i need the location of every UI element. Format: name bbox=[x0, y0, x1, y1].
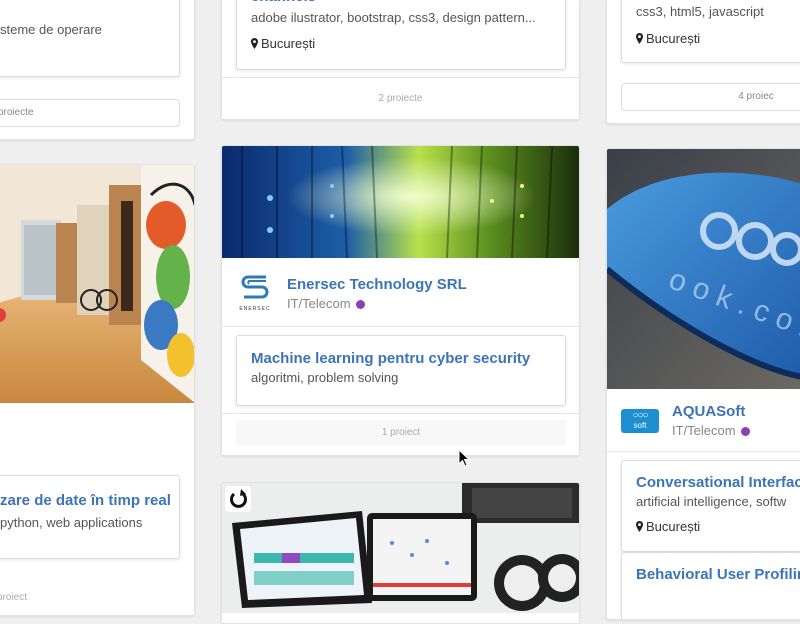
industry-label: IT/Telecom bbox=[672, 423, 736, 438]
company-card-enersec: ENERSEC Enersec Technology SRL IT/Teleco… bbox=[221, 145, 580, 456]
project-tags: adobe ilustrator, bootstrap, css3, desig… bbox=[251, 10, 536, 25]
company-name-link[interactable]: Enersec Technology SRL bbox=[287, 276, 467, 293]
company-card-right-top: css3, html5, javascript București 4 proi… bbox=[606, 0, 800, 124]
company-banner-image bbox=[222, 483, 579, 613]
projects-count-label[interactable]: proiect bbox=[0, 592, 57, 603]
category-dot bbox=[740, 427, 750, 436]
project-title-link[interactable]: channels bbox=[251, 0, 316, 5]
location-label: București bbox=[646, 519, 701, 534]
company-banner-image bbox=[222, 146, 579, 258]
project-card[interactable]: zare de date în timp real python, web ap… bbox=[0, 475, 180, 559]
company-name-link[interactable]: AQUASoft bbox=[672, 403, 745, 420]
project-card[interactable]: channels adobe ilustrator, bootstrap, cs… bbox=[236, 0, 566, 70]
project-tags: steme de operare bbox=[0, 22, 102, 37]
company-logo-badge bbox=[225, 486, 251, 512]
divider bbox=[222, 326, 579, 327]
aquasoft-logo-mark: ○○○ bbox=[632, 410, 648, 421]
project-title-link[interactable]: Conversational Interface bbox=[636, 474, 800, 491]
aquasoft-logo-text: soft bbox=[633, 421, 647, 430]
projects-count-label: 4 proiec bbox=[738, 91, 774, 102]
project-card[interactable]: Conversational Interface artificial inte… bbox=[621, 460, 800, 552]
company-card-aquasoft: o o k . c o m / a ○○○ soft AQUASoft IT/T… bbox=[606, 148, 800, 620]
project-title-link[interactable]: Behavioral User Profiling bbox=[636, 566, 800, 583]
cursor-pointer bbox=[458, 449, 471, 467]
project-tags: artificial intelligence, softw bbox=[636, 494, 787, 509]
project-location: București bbox=[636, 31, 700, 46]
project-tags: algoritmi, problem solving bbox=[251, 370, 399, 385]
industry-label: IT/Telecom bbox=[287, 296, 351, 311]
refresh-logo-icon bbox=[230, 489, 247, 508]
map-marker-icon bbox=[636, 521, 643, 532]
divider bbox=[222, 413, 579, 414]
project-card[interactable]: steme de operare bbox=[0, 0, 180, 77]
company-banner-image: o o k . c o m / a bbox=[607, 149, 800, 389]
category-dot bbox=[355, 300, 365, 309]
company-card-middle-bottom bbox=[221, 482, 580, 624]
aquasoft-logo: ○○○ soft bbox=[621, 409, 659, 433]
divider bbox=[607, 451, 800, 452]
company-industry: IT/Telecom bbox=[287, 296, 365, 311]
project-card[interactable]: Machine learning pentru cyber security a… bbox=[236, 335, 566, 406]
enersec-logo-text: ENERSEC bbox=[239, 306, 271, 312]
project-card[interactable]: Behavioral User Profiling bbox=[621, 552, 800, 619]
projects-count-button[interactable]: proiecte bbox=[0, 99, 180, 127]
projects-count-button[interactable]: 1 proiect bbox=[236, 420, 566, 446]
project-card[interactable]: css3, html5, javascript București bbox=[621, 0, 800, 63]
projects-count-label: 1 proiect bbox=[381, 427, 421, 438]
project-tags: python, web applications bbox=[0, 515, 143, 530]
map-marker-icon bbox=[636, 33, 643, 44]
location-label: București bbox=[646, 31, 701, 46]
divider bbox=[222, 77, 579, 78]
projects-count-label[interactable]: 2 proiecte bbox=[222, 93, 579, 104]
company-card-left-top: steme de operare proiecte bbox=[0, 0, 195, 140]
project-title-link[interactable]: Machine learning pentru cyber security bbox=[251, 350, 530, 367]
location-label: București bbox=[261, 36, 316, 51]
enersec-logo-icon bbox=[241, 275, 269, 299]
company-banner-image bbox=[0, 165, 194, 403]
project-location: București bbox=[636, 519, 700, 534]
company-card-middle-top: channels adobe ilustrator, bootstrap, cs… bbox=[221, 0, 580, 120]
projects-count-label: proiecte bbox=[0, 107, 34, 118]
project-location: București bbox=[251, 36, 315, 51]
company-card-left-middle: zare de date în timp real python, web ap… bbox=[0, 164, 195, 616]
company-industry: IT/Telecom bbox=[672, 423, 750, 438]
project-tags: css3, html5, javascript bbox=[636, 4, 764, 19]
enersec-logo: ENERSEC bbox=[238, 273, 272, 313]
project-title-link[interactable]: zare de date în timp real bbox=[0, 492, 171, 509]
map-marker-icon bbox=[251, 38, 258, 49]
projects-count-button[interactable]: 4 proiec bbox=[621, 83, 800, 111]
